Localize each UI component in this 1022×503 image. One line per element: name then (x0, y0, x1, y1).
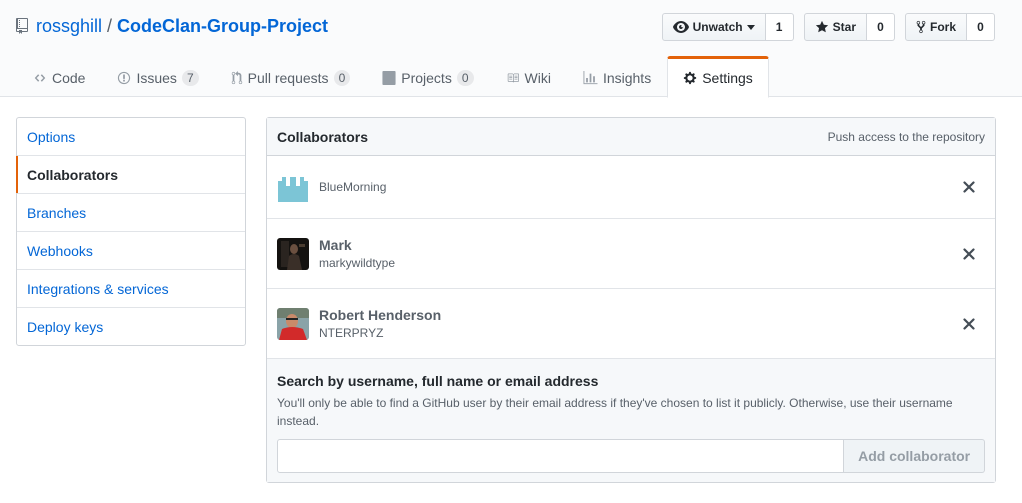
collaborator-login[interactable]: markywildtype (319, 254, 395, 272)
collaborator-login[interactable]: NTERPRYZ (319, 324, 441, 342)
sidebar-item-branches[interactable]: Branches (17, 194, 245, 232)
tab-pull-requests-label: Pull requests (247, 69, 329, 86)
unwatch-label: Unwatch (692, 20, 743, 34)
add-collaborator-form: Add collaborator (277, 439, 985, 473)
sidebar-item-integrations[interactable]: Integrations & services (17, 270, 245, 308)
graph-icon (583, 70, 598, 84)
remove-collaborator-icon[interactable] (963, 247, 975, 260)
issue-icon (118, 71, 131, 84)
project-icon (382, 70, 396, 85)
tab-projects[interactable]: Projects 0 (366, 56, 489, 97)
avatar[interactable] (277, 307, 309, 340)
sidebar-item-webhooks[interactable]: Webhooks (17, 232, 245, 270)
sidebar-item-collaborators[interactable]: Collaborators (16, 156, 245, 194)
projects-count-badge: 0 (456, 69, 474, 86)
collaborator-login[interactable]: BlueMorning (319, 178, 386, 196)
eye-icon (672, 21, 689, 33)
star-label: Star (832, 20, 856, 34)
forks-count[interactable]: 0 (967, 13, 995, 41)
search-help-text: You'll only be able to find a GitHub use… (277, 396, 953, 428)
fork-label: Fork (929, 20, 956, 34)
collaborator-names: Robert Henderson NTERPRYZ (319, 306, 441, 342)
collaborators-title: Collaborators (277, 128, 369, 145)
search-heading: Search by username, full name or email a… (277, 373, 599, 389)
repo-name-link[interactable]: CodeClan-Group-Project (117, 16, 328, 37)
repo-actions: Unwatch 1 Star 0 Fork 0 (661, 13, 995, 41)
star-icon (815, 20, 828, 33)
repo-icon (16, 18, 28, 34)
tab-wiki-label: Wiki (524, 69, 551, 86)
code-icon (34, 73, 46, 82)
tab-pull-requests[interactable]: Pull requests 0 (215, 56, 367, 97)
tab-settings[interactable]: Settings (667, 56, 769, 98)
collaborator-row: BlueMorning (267, 156, 995, 219)
caret-down-icon (746, 24, 755, 30)
collaborator-full-name[interactable]: Robert Henderson (319, 306, 441, 324)
gear-icon (684, 71, 697, 85)
pull-requests-count-badge: 0 (333, 69, 351, 86)
issues-count-badge: 7 (181, 69, 199, 86)
avatar[interactable] (277, 171, 309, 203)
add-collaborator-area: Search by username, full name or email a… (267, 359, 995, 482)
repo-nav: Code Issues 7 Pull requests 0 Projects 0… (17, 56, 769, 98)
collaborator-row: Robert Henderson NTERPRYZ (267, 289, 995, 359)
fork-button[interactable]: Fork (904, 13, 967, 41)
repo-title: rossghill / CodeClan-Group-Project (16, 14, 328, 38)
add-collaborator-button[interactable]: Add collaborator (844, 439, 985, 473)
repo-separator: / (107, 15, 113, 36)
remove-collaborator-icon[interactable] (963, 181, 975, 193)
watch-group: Unwatch 1 (661, 13, 794, 41)
pull-request-icon (231, 70, 242, 84)
collaborators-box: Collaborators Push access to the reposit… (266, 117, 996, 483)
unwatch-button[interactable]: Unwatch (661, 13, 766, 41)
remove-collaborator-icon[interactable] (963, 317, 975, 330)
tab-insights[interactable]: Insights (567, 56, 667, 97)
book-icon (507, 73, 519, 82)
tab-code-label: Code (52, 69, 86, 86)
star-group: Star 0 (803, 13, 895, 41)
fork-group: Fork 0 (904, 13, 995, 41)
collaborators-access-note: Push access to the repository (827, 129, 985, 144)
collaborators-header: Collaborators Push access to the reposit… (267, 118, 995, 156)
collaborator-search-input[interactable] (277, 439, 845, 473)
tab-code[interactable]: Code (17, 56, 101, 97)
tab-projects-label: Projects (401, 69, 452, 86)
sidebar-item-deploy-keys[interactable]: Deploy keys (17, 308, 245, 345)
collaborator-row: Mark markywildtype (267, 219, 995, 289)
star-button[interactable]: Star (803, 13, 867, 41)
stars-count[interactable]: 0 (866, 13, 895, 41)
avatar[interactable] (277, 237, 309, 270)
collaborator-names: BlueMorning (319, 178, 386, 196)
tab-issues-label: Issues (136, 69, 177, 86)
tab-wiki[interactable]: Wiki (490, 56, 567, 97)
tab-insights-label: Insights (602, 69, 652, 86)
collaborator-full-name[interactable]: Mark (319, 236, 395, 254)
collaborator-names: Mark markywildtype (319, 236, 395, 272)
fork-icon (916, 20, 926, 34)
tab-issues[interactable]: Issues 7 (101, 56, 214, 97)
repo-header: rossghill / CodeClan-Group-Project Unwat… (0, 0, 1022, 98)
watchers-count[interactable]: 1 (765, 13, 794, 41)
repo-owner-link[interactable]: rossghill (36, 16, 102, 37)
settings-sidebar: Options Collaborators Branches Webhooks … (16, 117, 246, 346)
tab-settings-label: Settings (702, 70, 753, 86)
sidebar-item-options[interactable]: Options (17, 118, 245, 156)
